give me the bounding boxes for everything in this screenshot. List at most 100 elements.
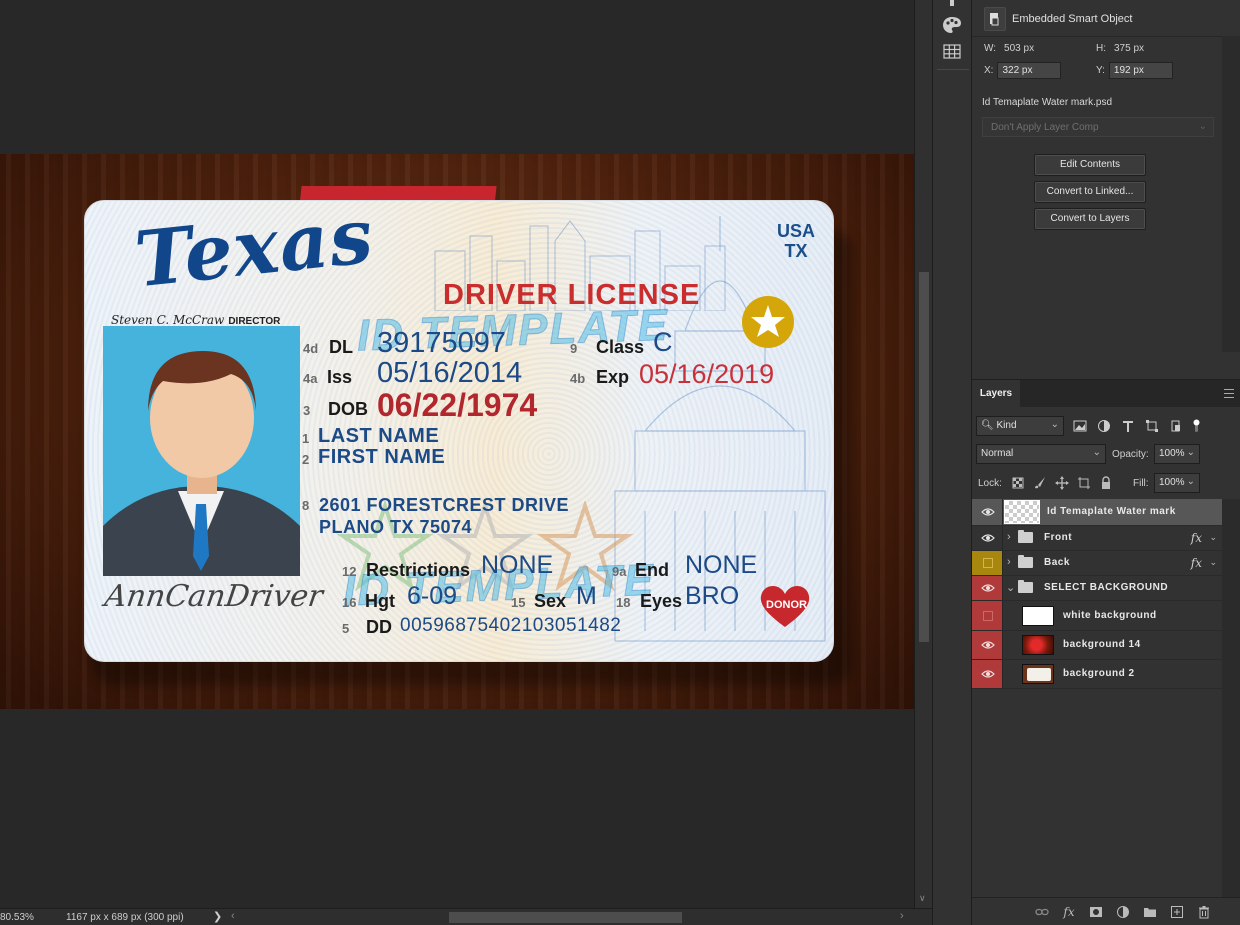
filter-pixel-icon[interactable] xyxy=(1073,419,1087,433)
layers-scrollbar[interactable] xyxy=(1222,499,1240,897)
iss-num: 4a xyxy=(303,371,318,386)
exp-label: Exp xyxy=(596,367,630,387)
link-layers-icon[interactable] xyxy=(1035,905,1049,919)
exp-value: 05/16/2019 xyxy=(639,359,775,389)
dl-label: DL xyxy=(329,337,353,357)
panel-menu-icon[interactable] xyxy=(1224,389,1234,398)
add-layer-style-fx-icon[interactable]: fx xyxy=(1062,905,1076,919)
add-mask-icon[interactable] xyxy=(1089,905,1103,919)
status-menu-arrow-icon[interactable]: ❯ xyxy=(213,910,222,923)
chevron-down-icon: ⌄ xyxy=(1186,447,1195,458)
layers-panel: Layers 🔍︎ Kind ⌄ Normal ⌄ Opacity: 100% xyxy=(972,380,1240,925)
horizontal-scroll-thumb[interactable] xyxy=(449,912,682,923)
lock-all-icon[interactable] xyxy=(1099,476,1113,490)
delete-layer-trash-icon[interactable] xyxy=(1197,905,1211,919)
layer-group-back[interactable]: › Back fx ⌄ xyxy=(972,551,1222,576)
filter-shape-icon[interactable] xyxy=(1145,419,1159,433)
blend-mode-select[interactable]: Normal ⌄ xyxy=(976,444,1106,464)
collapse-chevron-icon[interactable]: ⌄ xyxy=(1006,581,1015,594)
visibility-toggle[interactable] xyxy=(972,551,1003,575)
height-value[interactable]: 375 px xyxy=(1114,43,1144,54)
state-wordmark: Texas xyxy=(131,200,378,305)
chevron-down-icon[interactable]: ⌄ xyxy=(1209,557,1217,568)
fx-icon[interactable]: fx xyxy=(1191,556,1202,570)
scroll-down-arrow-icon[interactable]: ∨ xyxy=(919,893,926,904)
vertical-scroll-thumb[interactable] xyxy=(919,272,929,642)
width-value[interactable]: 503 px xyxy=(1004,43,1034,54)
properties-scrollbar[interactable] xyxy=(1222,36,1240,352)
first-name: FIRST NAME xyxy=(318,446,446,468)
filter-adjustment-icon[interactable] xyxy=(1097,419,1111,433)
visibility-toggle[interactable] xyxy=(972,499,1003,525)
convert-to-linked-button[interactable]: Convert to Linked... xyxy=(1034,181,1146,203)
canvas-area[interactable]: Texas USA TX DRIVER LICENSE Steven C. Mc… xyxy=(0,0,914,908)
layer-comp-placeholder: Don't Apply Layer Comp xyxy=(991,122,1099,133)
properties-type-label: Embedded Smart Object xyxy=(1012,13,1133,25)
address-line-2: PLANO TX 75074 xyxy=(319,517,473,537)
eyes-value: BRO xyxy=(685,582,740,610)
strip-divider xyxy=(937,69,969,70)
blend-opacity-row: Normal ⌄ Opacity: 100% ⌄ xyxy=(976,444,1240,466)
layer-white-background[interactable]: white background xyxy=(972,601,1222,631)
filter-kind-value: Kind xyxy=(996,420,1017,431)
sex-value: M xyxy=(576,582,597,610)
dd-label: DD xyxy=(366,617,392,637)
new-adjustment-layer-icon[interactable] xyxy=(1116,905,1130,919)
lock-position-move-icon[interactable] xyxy=(1055,476,1069,490)
tab-layers[interactable]: Layers xyxy=(972,380,1020,407)
swatches-palette-icon[interactable] xyxy=(941,14,963,36)
visibility-toggle[interactable] xyxy=(972,576,1003,600)
layer-comp-select[interactable]: Don't Apply Layer Comp ⌄ xyxy=(982,117,1214,137)
layer-group-front[interactable]: › Front fx ⌄ xyxy=(972,526,1222,551)
edit-contents-button[interactable]: Edit Contents xyxy=(1034,154,1146,176)
end-label: End xyxy=(635,560,669,580)
lock-artboard-icon[interactable] xyxy=(1077,476,1091,490)
visibility-toggle[interactable] xyxy=(972,526,1003,550)
opacity-input[interactable]: 100% ⌄ xyxy=(1154,444,1200,464)
layer-thumbnail xyxy=(1022,635,1054,655)
filter-smart-object-icon[interactable] xyxy=(1169,419,1183,433)
visibility-toggle[interactable] xyxy=(972,631,1003,659)
fx-icon[interactable]: fx xyxy=(1191,531,1202,545)
new-group-folder-icon[interactable] xyxy=(1143,905,1157,919)
visibility-toggle[interactable] xyxy=(972,601,1003,630)
layer-background-2[interactable]: background 2 xyxy=(972,660,1222,689)
new-layer-icon[interactable] xyxy=(1170,905,1184,919)
class-value: C xyxy=(653,327,673,357)
country-state-code: USA TX xyxy=(777,221,815,261)
restrictions-label: Restrictions xyxy=(366,560,471,580)
layer-background-14[interactable]: background 14 xyxy=(972,631,1222,660)
table-grid-icon[interactable] xyxy=(941,41,963,63)
hgt-label: Hgt xyxy=(365,591,395,611)
dob-label: DOB xyxy=(328,399,368,419)
layer-name: SELECT BACKGROUND xyxy=(1044,582,1169,593)
address-num: 8 xyxy=(302,498,310,513)
x-input[interactable]: 322 px xyxy=(997,62,1062,79)
lock-pixels-brush-icon[interactable] xyxy=(1033,476,1047,490)
filter-kind-select[interactable]: 🔍︎ Kind ⌄ xyxy=(976,416,1064,436)
last-name-num: 1 xyxy=(302,431,310,446)
brush-settings-icon[interactable] xyxy=(941,0,963,14)
donor-heart-icon: DONOR xyxy=(757,583,813,629)
height-row: H: 375 px xyxy=(1096,43,1144,54)
folder-icon xyxy=(1018,555,1033,568)
lock-transparency-icon[interactable] xyxy=(1011,476,1025,490)
zoom-level[interactable]: 80.53% xyxy=(0,912,34,923)
visibility-toggle[interactable] xyxy=(972,660,1003,688)
scroll-left-arrow-icon[interactable]: ‹ xyxy=(231,910,235,922)
expand-chevron-icon[interactable]: › xyxy=(1007,531,1011,543)
layer-id-template-watermark[interactable]: Id Temaplate Water mark xyxy=(972,499,1222,526)
restrictions-value: NONE xyxy=(481,551,554,579)
canvas-vertical-scrollbar[interactable]: ∨ xyxy=(914,0,932,908)
filter-toggle-icon[interactable] xyxy=(1190,419,1204,433)
chevron-down-icon[interactable]: ⌄ xyxy=(1209,532,1217,543)
layer-group-select-background[interactable]: ⌄ SELECT BACKGROUND xyxy=(972,576,1222,601)
scroll-right-arrow-icon[interactable]: › xyxy=(900,910,904,922)
convert-to-layers-button[interactable]: Convert to Layers xyxy=(1034,208,1146,230)
search-icon: 🔍︎ xyxy=(981,420,994,431)
expand-chevron-icon[interactable]: › xyxy=(1007,556,1011,568)
fill-input[interactable]: 100% ⌄ xyxy=(1154,473,1200,493)
document-image[interactable]: Texas USA TX DRIVER LICENSE Steven C. Mc… xyxy=(0,154,914,709)
filter-type-icon[interactable] xyxy=(1121,419,1135,433)
y-input[interactable]: 192 px xyxy=(1108,62,1173,79)
